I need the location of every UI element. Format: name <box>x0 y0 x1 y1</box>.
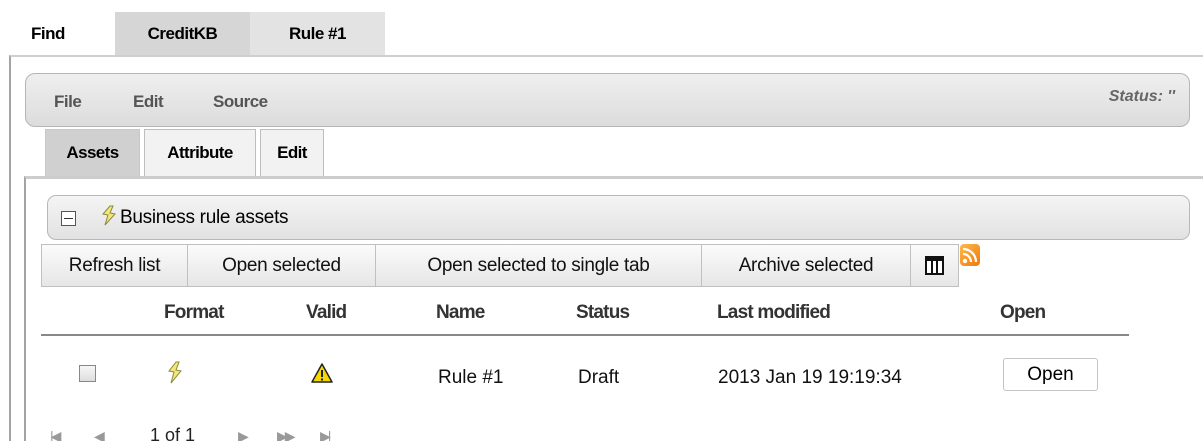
rule-icon <box>168 361 182 384</box>
column-header-name[interactable]: Name <box>436 302 485 324</box>
menu-source[interactable]: Source <box>213 92 268 112</box>
row-status: Draft <box>578 367 620 388</box>
top-tab-bar: Find CreditKB Rule #1 <box>17 12 385 55</box>
open-selected-single-tab-button[interactable]: Open selected to single tab <box>376 244 702 287</box>
column-picker-button[interactable] <box>911 244 959 287</box>
row-checkbox[interactable] <box>79 365 96 382</box>
section-header: Business rule assets <box>47 195 1190 240</box>
archive-selected-button[interactable]: Archive selected <box>702 244 911 287</box>
fast-forward-icon[interactable]: ▶▶ <box>277 428 295 441</box>
open-button[interactable]: Open <box>1003 358 1098 391</box>
tab-attribute[interactable]: Attribute <box>144 129 256 176</box>
first-page-icon[interactable]: |◀ <box>50 428 62 441</box>
asset-toolbar: Refresh list Open selected Open selected… <box>41 244 959 287</box>
refresh-list-button[interactable]: Refresh list <box>41 244 188 287</box>
status-text: Status: '' <box>1108 88 1175 105</box>
column-header-open[interactable]: Open <box>1000 302 1046 324</box>
column-header-valid[interactable]: Valid <box>306 302 347 324</box>
tab-creditkb[interactable]: CreditKB <box>115 12 250 55</box>
page-indicator: 1 of 1 <box>150 425 196 441</box>
tab-find[interactable]: Find <box>17 12 115 55</box>
rule-icon <box>102 205 116 226</box>
menu-edit[interactable]: Edit <box>133 92 164 112</box>
tab-edit[interactable]: Edit <box>260 129 324 176</box>
prev-page-icon[interactable]: ◀ <box>94 428 105 441</box>
column-header-format[interactable]: Format <box>164 302 224 324</box>
section-title: Business rule assets <box>120 207 289 228</box>
inner-tab-bar: Assets Attribute Edit <box>45 129 324 176</box>
row-name[interactable]: Rule #1 <box>438 367 504 389</box>
menu-bar: File Edit Source Status: '' <box>25 73 1190 127</box>
open-selected-button[interactable]: Open selected <box>188 244 376 287</box>
warning-icon <box>311 363 333 383</box>
rss-icon[interactable] <box>960 244 980 266</box>
header-divider <box>41 334 1129 336</box>
last-page-icon[interactable]: ▶| <box>320 428 332 441</box>
column-header-status[interactable]: Status <box>576 302 630 324</box>
columns-icon <box>925 256 944 275</box>
tab-assets[interactable]: Assets <box>45 129 140 176</box>
collapse-minus-icon[interactable] <box>61 211 76 226</box>
row-last-modified: 2013 Jan 19 19:19:34 <box>718 367 902 388</box>
next-page-icon[interactable]: ▶ <box>238 428 249 441</box>
column-header-last-modified[interactable]: Last modified <box>717 302 831 324</box>
tab-rule-1[interactable]: Rule #1 <box>250 12 385 55</box>
menu-file[interactable]: File <box>54 92 82 112</box>
